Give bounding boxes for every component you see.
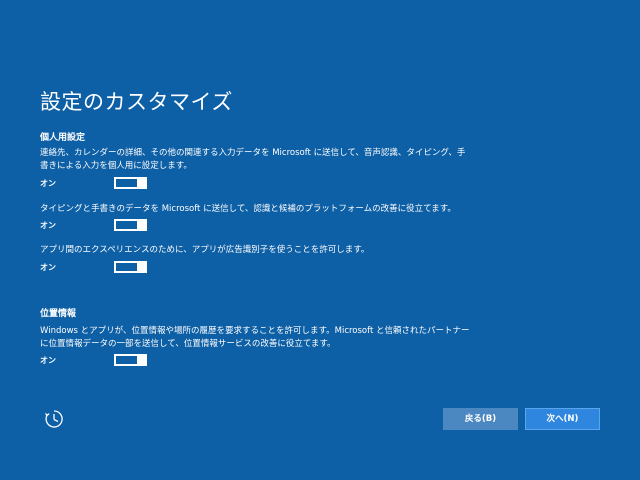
setting-row-advertising-id: オン <box>40 261 160 275</box>
toggle-thumb <box>137 354 145 366</box>
toggle-thumb <box>137 219 145 231</box>
setting-description-typing-data: タイピングと手書きのデータを Microsoft に送信して、認識と候補のプラッ… <box>40 204 456 214</box>
toggle-track <box>116 221 137 229</box>
toggle-state-label: オン <box>40 356 56 365</box>
toggle-location[interactable] <box>114 354 147 366</box>
toggle-track <box>116 179 137 187</box>
toggle-input-personalization[interactable] <box>114 177 147 189</box>
toggle-thumb <box>137 261 145 273</box>
toggle-track <box>116 263 137 271</box>
setting-row-location: オン <box>40 354 160 368</box>
back-button[interactable]: 戻る(B) <box>443 408 518 430</box>
setting-row-input-personalization: オン <box>40 177 160 191</box>
ease-of-access-glyph <box>45 410 63 428</box>
next-button[interactable]: 次へ(N) <box>525 408 600 430</box>
setting-description-input-personalization: 連絡先、カレンダーの詳細、その他の関連する入力データを Microsoft に送… <box>40 148 466 171</box>
setting-description-location: Windows とアプリが、位置情報や場所の履歴を要求することを許可します。Mi… <box>40 326 470 349</box>
section-heading-personalization: 個人用設定 <box>40 133 86 143</box>
toggle-track <box>116 356 137 364</box>
page-title: 設定のカスタマイズ <box>40 90 233 114</box>
toggle-state-label: オン <box>40 221 56 230</box>
toggle-typing-data[interactable] <box>114 219 147 231</box>
toggle-advertising-id[interactable] <box>114 261 147 273</box>
section-heading-location: 位置情報 <box>40 309 77 319</box>
ease-of-access-icon[interactable] <box>44 409 64 429</box>
setting-row-typing-data: オン <box>40 219 160 233</box>
toggle-state-label: オン <box>40 263 56 272</box>
toggle-state-label: オン <box>40 179 56 188</box>
toggle-thumb <box>137 177 145 189</box>
setting-description-advertising-id: アプリ間のエクスペリエンスのために、アプリが広告識別子を使うことを許可します。 <box>40 245 370 255</box>
